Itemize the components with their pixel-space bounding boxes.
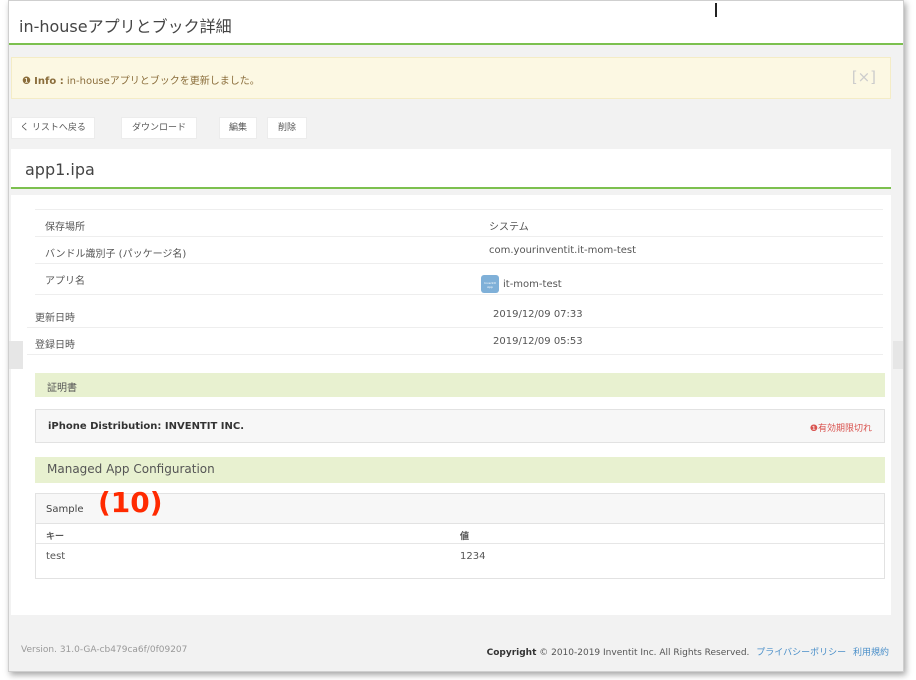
annotation-label: (10) <box>98 486 163 519</box>
detail-key: バンドル識別子 (パッケージ名) <box>45 249 187 260</box>
date-row: 更新日時 2019/12/09 07:33 <box>27 301 883 328</box>
info-alert: ❶ Info : in-houseアプリとブックを更新しました。 [×] <box>11 57 891 99</box>
background-notch <box>893 341 903 369</box>
section-title: 証明書 <box>47 383 77 394</box>
config-panel: Sample (10) キー 値 test 1234 <box>35 486 885 579</box>
copyright: Copyright © 2010-2019 Inventit Inc. All … <box>487 645 889 658</box>
back-to-list-button[interactable]: く リストへ戻る <box>11 117 95 139</box>
date-key: 登録日時 <box>35 340 75 351</box>
delete-button[interactable]: 削除 <box>267 117 307 139</box>
config-key: test <box>46 551 66 562</box>
date-key: 更新日時 <box>35 313 75 324</box>
section-title: Managed App Configuration <box>47 462 215 476</box>
file-name: app1.ipa <box>25 160 95 179</box>
key-column-header: キー <box>46 532 65 542</box>
detail-row: アプリ名 <box>35 264 883 295</box>
app-window: in-houseアプリとブック詳細 ❶ Info : in-houseアプリとブ… <box>8 0 904 672</box>
alert-message: in-houseアプリとブックを更新しました。 <box>63 76 260 87</box>
detail-key: アプリ名 <box>45 276 85 287</box>
config-value: 1234 <box>460 551 486 562</box>
privacy-policy-link[interactable]: プライバシーポリシー <box>756 648 846 658</box>
date-value: 2019/12/09 07:33 <box>493 309 583 320</box>
info-icon: ❶ <box>22 76 31 87</box>
certificate-section-header: 証明書 <box>35 373 885 397</box>
status-text: 有効期限切れ <box>817 424 872 434</box>
detail-value: com.yourinventit.it-mom-test <box>489 245 637 256</box>
config-name: Sample <box>46 504 84 515</box>
details-table: 保存場所 システム バンドル識別子 (パッケージ名) com.yourinven… <box>35 209 883 295</box>
footer: Version. 31.0-GA-cb479ca6f/0f09207 Copyr… <box>9 635 903 667</box>
app-icon: Inventit App <box>481 275 499 293</box>
alert-circle-icon: ❶ <box>809 424 818 434</box>
detail-key: 保存場所 <box>45 222 85 233</box>
copyright-text: © 2010-2019 Inventit Inc. All Rights Res… <box>536 648 750 658</box>
edit-button[interactable]: 編集 <box>219 117 257 139</box>
background-notch <box>9 341 23 369</box>
alert-text: ❶ Info : in-houseアプリとブックを更新しました。 <box>22 72 260 87</box>
dates-table: 更新日時 2019/12/09 07:33 登録日時 2019/12/09 05… <box>27 301 883 355</box>
value-column-header: 値 <box>460 532 470 542</box>
copyright-label: Copyright <box>486 648 537 658</box>
date-value: 2019/12/09 05:53 <box>493 336 583 347</box>
page-header: in-houseアプリとブック詳細 <box>9 1 903 45</box>
alert-label: Info : <box>34 76 64 87</box>
app-config-section-header: Managed App Configuration <box>35 457 885 483</box>
config-header: Sample (10) <box>36 486 884 524</box>
config-column-headers: キー 値 <box>36 524 884 544</box>
alert-close-button[interactable]: [×] <box>852 68 876 86</box>
date-row: 登録日時 2019/12/09 05:53 <box>27 328 883 355</box>
terms-link[interactable]: 利用規約 <box>853 648 889 658</box>
detail-row: 保存場所 システム <box>35 210 883 237</box>
download-button[interactable]: ダウンロード <box>121 117 197 139</box>
table-row: test 1234 <box>36 545 884 569</box>
certificate-name: iPhone Distribution: INVENTIT INC. <box>48 421 245 432</box>
certificate-row: iPhone Distribution: INVENTIT INC. ❶有効期限… <box>35 409 885 443</box>
cursor-mark <box>715 3 717 17</box>
detail-value: システム <box>489 222 529 233</box>
app-name: it-mom-test <box>503 279 562 290</box>
file-panel: app1.ipa <box>11 149 891 189</box>
detail-row: バンドル識別子 (パッケージ名) com.yourinventit.it-mom… <box>35 237 883 264</box>
page-title: in-houseアプリとブック詳細 <box>19 17 232 36</box>
certificate-status: ❶有効期限切れ <box>810 421 872 434</box>
version-text: Version. 31.0-GA-cb479ca6f/0f09207 <box>21 645 188 655</box>
